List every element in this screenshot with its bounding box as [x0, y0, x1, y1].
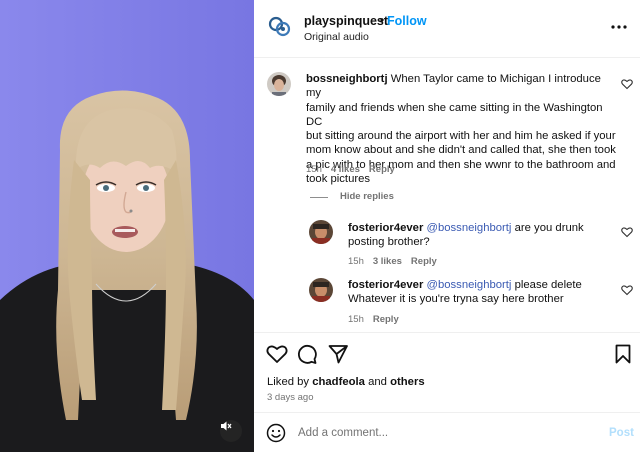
reply-line: are you drunk — [511, 222, 584, 234]
comment-username[interactable]: bossneighbortj — [306, 73, 388, 85]
share-icon[interactable] — [327, 343, 349, 365]
heart-icon[interactable] — [266, 343, 288, 365]
post-timestamp[interactable]: 3 days ago — [267, 392, 313, 403]
reply-avatar[interactable] — [309, 278, 333, 302]
reply-line: please delete — [511, 279, 582, 291]
comment-line: mom know about and she didn't and called… — [306, 144, 616, 157]
reply-like-heart-icon[interactable] — [621, 226, 633, 238]
post-media[interactable] — [0, 0, 254, 452]
reply-meta: 15h 3 likes Reply — [348, 256, 446, 267]
reply-button[interactable]: Reply — [369, 164, 395, 175]
author-username[interactable]: playspinquest — [304, 14, 388, 28]
hide-replies-button[interactable]: Hide replies — [340, 191, 394, 202]
emoji-icon[interactable] — [266, 423, 286, 443]
comment-time: 15h — [306, 164, 322, 175]
reply-button[interactable]: Reply — [373, 314, 399, 325]
reply-line: Whatever it is you're tryna say here bro… — [348, 293, 564, 306]
video-frame — [0, 0, 254, 452]
likes-prefix: Liked by — [267, 376, 313, 388]
reply-text: fosterior4ever @bossneighbortj please de… — [348, 278, 618, 307]
author-avatar[interactable] — [268, 15, 292, 39]
reply-username[interactable]: fosterior4ever — [348, 222, 423, 234]
header-separator: • — [380, 13, 385, 27]
hide-replies-line — [310, 197, 328, 198]
comment-like-heart-icon[interactable] — [621, 78, 633, 90]
comment-icon[interactable] — [296, 343, 318, 365]
commenter-avatar[interactable] — [267, 72, 291, 96]
reply-button[interactable]: Reply — [411, 256, 437, 267]
more-options-icon[interactable] — [610, 18, 628, 36]
reply-mention[interactable]: @bossneighbortj — [427, 279, 512, 291]
reply-time: 15h — [348, 256, 364, 267]
liked-by-user[interactable]: chadfeola — [312, 376, 365, 388]
reply-text: fosterior4ever @bossneighbortj are you d… — [348, 221, 618, 250]
likes-summary: Liked by chadfeola and others — [267, 376, 425, 388]
comments-section: bossneighbortj When Taylor came to Michi… — [254, 58, 640, 332]
comment-line: family and friends when she came sitting… — [306, 101, 603, 128]
action-bar: Liked by chadfeola and others 3 days ago — [254, 332, 640, 412]
post-header: playspinquest • Follow Original audio — [254, 0, 640, 58]
comment-input[interactable] — [298, 425, 588, 441]
reply-like-heart-icon[interactable] — [621, 284, 633, 296]
audio-label[interactable]: Original audio — [304, 31, 369, 43]
comment-line: but sitting around the airport with her … — [306, 130, 616, 143]
mute-icon — [221, 421, 232, 431]
post-panel: playspinquest • Follow Original audio bo… — [254, 0, 640, 452]
reply-meta: 15h Reply — [348, 314, 408, 325]
follow-button[interactable]: Follow — [387, 14, 427, 28]
mute-button[interactable] — [220, 420, 242, 442]
liked-by-others[interactable]: others — [390, 376, 425, 388]
reply-username[interactable]: fosterior4ever — [348, 279, 423, 291]
reply-line: posting brother? — [348, 236, 430, 249]
reply-time: 15h — [348, 314, 364, 325]
comment-meta: 15h 4 likes Reply — [306, 164, 404, 175]
comment-likes[interactable]: 4 likes — [331, 164, 360, 175]
bookmark-icon[interactable] — [612, 343, 634, 365]
reply-mention[interactable]: @bossneighbortj — [427, 222, 512, 234]
comment-composer: Post — [254, 412, 640, 452]
post-comment-button[interactable]: Post — [609, 427, 634, 439]
likes-middle: and — [364, 376, 391, 388]
reply-likes[interactable]: 3 likes — [373, 256, 402, 267]
reply-avatar[interactable] — [309, 220, 333, 244]
